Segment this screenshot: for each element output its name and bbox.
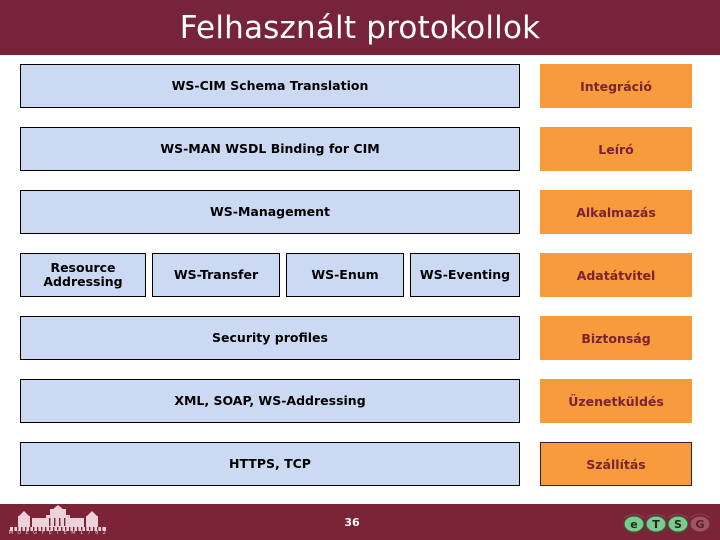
stack-row: XML, SOAP, WS-Addressing Üzenetküldés [0, 379, 720, 423]
svg-text:G: G [695, 518, 704, 531]
protocol-box: WS-CIM Schema Translation [20, 64, 520, 108]
protocol-box: WS-Eventing [410, 253, 520, 297]
slide-title-banner: Felhasznált protokollok [0, 0, 720, 55]
protocol-box: Security profiles [20, 316, 520, 360]
layer-label-box: Üzenetküldés [540, 379, 692, 423]
stack-row: HTTPS, TCP Szállítás [0, 442, 720, 486]
protocol-stack-diagram: WS-CIM Schema Translation Integráció WS-… [0, 55, 720, 493]
protocol-box: WS-Enum [286, 253, 404, 297]
svg-text:e: e [630, 518, 637, 531]
layer-label-box: Adatátvitel [540, 253, 692, 297]
protocol-box: Resource Addressing [20, 253, 146, 297]
protocol-box: WS-Management [20, 190, 520, 234]
protocol-box: XML, SOAP, WS-Addressing [20, 379, 520, 423]
bme-logo-caption: M Ű E G Y E T E M 1 7 8 2 [8, 530, 108, 536]
stack-row: Security profiles Biztonság [0, 316, 720, 360]
layer-label-box: Alkalmazás [540, 190, 692, 234]
svg-text:S: S [674, 518, 682, 531]
layer-label-box: Integráció [540, 64, 692, 108]
page-title: Felhasznált protokollok [179, 9, 541, 46]
protocol-box: WS-Transfer [152, 253, 280, 297]
stack-row: Resource Addressing WS-Transfer WS-Enum … [0, 253, 720, 297]
protocol-box: WS-MAN WSDL Binding for CIM [20, 127, 520, 171]
svg-text:T: T [652, 518, 660, 531]
layer-label-box: Leíró [540, 127, 692, 171]
stack-row: WS-MAN WSDL Binding for CIM Leíró [0, 127, 720, 171]
stack-row: WS-Management Alkalmazás [0, 190, 720, 234]
department-logo-icon: e T S G [623, 513, 711, 533]
layer-label-box: Biztonság [540, 316, 692, 360]
stack-row: WS-CIM Schema Translation Integráció [0, 64, 720, 108]
layer-label-box: Szállítás [540, 442, 692, 486]
protocol-box: HTTPS, TCP [20, 442, 520, 486]
